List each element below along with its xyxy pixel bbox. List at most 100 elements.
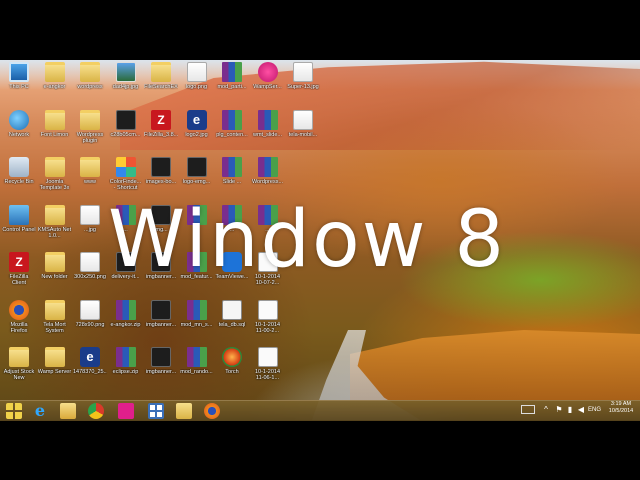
archive-icon — [115, 347, 136, 367]
desktop-icon[interactable]: imgbanner... — [144, 347, 178, 395]
desktop-icon[interactable]: Torch — [215, 347, 249, 395]
clock[interactable]: 3:19 AM 10/5/2014 — [603, 401, 639, 415]
desktop-icon[interactable]: imgbanner... — [144, 299, 178, 348]
desktop-icon-label: Slide ... — [222, 179, 242, 185]
desktop-icon[interactable]: e-angkor — [38, 62, 72, 110]
desktop-icon-label: Adjust Stock New — [3, 369, 35, 381]
desktop-icon[interactable]: Control Panel — [2, 204, 36, 253]
desktop-icon[interactable]: Adjust Stock New — [2, 347, 36, 395]
desktop-icon[interactable]: mod_parti... — [215, 62, 249, 110]
desktop-icon[interactable]: Recycle Bin — [2, 157, 36, 205]
control-panel-icon — [9, 204, 29, 225]
desktop-icon-label: Control Panel — [2, 226, 36, 233]
desktop-icon-label: www — [84, 179, 96, 185]
folder-icon[interactable] — [60, 403, 76, 419]
torch-browser-icon — [222, 347, 242, 367]
network-status-icon[interactable]: ▮ — [565, 405, 575, 414]
desktop-icon[interactable]: Z FileZilla_3.8... — [144, 109, 178, 158]
language-indicator[interactable]: ENG — [588, 404, 601, 416]
desktop-icon[interactable]: Font Limon — [38, 109, 72, 158]
desktop-icon[interactable]: KMSAuto Net 1.0... — [38, 204, 72, 253]
e-app-icon: e — [80, 347, 100, 367]
windows-logo-icon[interactable] — [6, 403, 22, 419]
desktop-icon-label: eclipse.zip — [112, 369, 139, 375]
image-file-icon — [115, 109, 136, 130]
image-file-icon — [80, 299, 100, 320]
folder-icon — [44, 299, 65, 320]
wamp-icon — [257, 62, 278, 82]
archive-icon — [222, 62, 242, 82]
desktop-icon[interactable]: Network — [2, 109, 36, 158]
desktop-icon-label: Torch — [225, 369, 239, 375]
desktop-icon[interactable]: Tela Mort System — [38, 299, 72, 348]
internet-explorer-icon[interactable]: e — [32, 403, 48, 419]
desktop-icon[interactable]: e logo2.jpg — [180, 109, 214, 158]
desktop-icon[interactable]: e 1478370_25... — [73, 347, 107, 395]
desktop-icon[interactable]: New folder — [38, 252, 72, 300]
folder-icon — [44, 109, 65, 130]
desktop-icon[interactable]: mod_mn_s... — [180, 299, 214, 348]
desktop-icon[interactable]: www — [73, 157, 107, 205]
keyboard-icon[interactable] — [521, 405, 535, 414]
desktop-icon[interactable]: mod_rando... — [180, 347, 214, 395]
desktop-icon[interactable]: Z FileZilla Client — [2, 252, 36, 300]
color-finder-icon — [115, 157, 136, 177]
desktop-icon-label: mod_rando... — [180, 369, 213, 375]
image-file-icon — [257, 299, 278, 320]
desktop-icon-label: wmt_slide... — [252, 131, 283, 138]
desktop-icon-label: Font Limon — [40, 131, 69, 138]
desktop-icon-label: Joomla Template 3x — [39, 179, 70, 191]
desktop-icon[interactable]: 728x90.png — [73, 299, 107, 348]
desktop-icon[interactable]: WampSer... — [251, 62, 285, 110]
chevron-up-icon[interactable]: ^ — [541, 405, 551, 414]
image-file-icon — [80, 252, 100, 272]
desktop-icon[interactable]: tela-mobil... — [286, 109, 320, 158]
desktop-icon-label: mod_parti... — [217, 84, 247, 90]
desktop-icon[interactable]: FileSearchEX — [144, 62, 178, 110]
desktop-icon[interactable]: 10-1-2014 11-06-1... — [251, 347, 285, 395]
desktop-icon[interactable]: ...jpg — [73, 204, 107, 253]
desktop-icon[interactable]: Mozilla Firefox — [2, 299, 36, 348]
store-icon[interactable] — [148, 403, 164, 419]
desktop-icon-label: 300x250.png — [74, 274, 106, 280]
desktop-icon-label: e-angkor.zip — [110, 321, 141, 328]
filezilla-icon: Z — [9, 252, 29, 272]
desktop-icon-label: dad4jp.jpg — [112, 84, 139, 90]
desktop-icon[interactable]: This PC — [2, 62, 36, 110]
desktop-icon[interactable]: dad4jp.jpg — [109, 62, 143, 110]
desktop-icon[interactable]: c28b05cm... — [109, 109, 143, 158]
flag-icon[interactable]: ⚑ — [554, 405, 564, 414]
desktop-icon[interactable]: plg_conten... — [215, 109, 249, 158]
desktop-icon[interactable]: wmt_slide... — [251, 109, 285, 158]
image-file-icon — [257, 347, 278, 367]
archive-icon — [222, 109, 242, 130]
desktop-icon[interactable]: logo.png — [180, 62, 214, 110]
desktop-icon-label: Recycle Bin — [4, 179, 34, 185]
firefox-icon — [9, 299, 29, 320]
desktop-icon[interactable]: Wamp Server — [38, 347, 72, 395]
desktop-icon-label: WampSer... — [253, 84, 282, 90]
chrome-icon[interactable] — [88, 403, 104, 419]
desktop-icon[interactable]: e-angkor.zip — [109, 299, 143, 348]
desktop-icon-label: imgbanner... — [145, 321, 177, 328]
image-file-icon — [186, 157, 207, 177]
archive-icon — [257, 109, 278, 130]
firefox-icon[interactable] — [204, 403, 220, 419]
volume-icon[interactable]: ◀ — [576, 405, 586, 414]
desktop-icon[interactable]: 10-1-2014 11-00-2... — [251, 299, 285, 348]
explorer-icon[interactable] — [176, 403, 192, 419]
desktop-icon[interactable]: Super-13.jpg — [286, 62, 320, 110]
recycle-bin-icon — [9, 157, 29, 177]
desktop-icon-label: tela-mobil... — [288, 131, 318, 138]
desktop-icon-label: imgbanner... — [145, 369, 177, 375]
desktop-icon[interactable]: Joomla Template 3x — [38, 157, 72, 205]
desktop-icon[interactable]: wordpress — [73, 62, 107, 110]
desktop-icon[interactable]: 300x250.png — [73, 252, 107, 300]
desktop-icon[interactable]: eclipse.zip — [109, 347, 143, 395]
desktop-icon[interactable]: Wordpress plugin — [73, 109, 107, 158]
app-icon[interactable] — [118, 403, 134, 419]
image-file-icon — [186, 62, 207, 82]
desktop-icon[interactable]: tela_db.sql — [215, 299, 249, 348]
desktop-icon-label: 1478370_25... — [73, 369, 107, 375]
desktop-icon-label: Wordpress plugin — [76, 131, 104, 144]
